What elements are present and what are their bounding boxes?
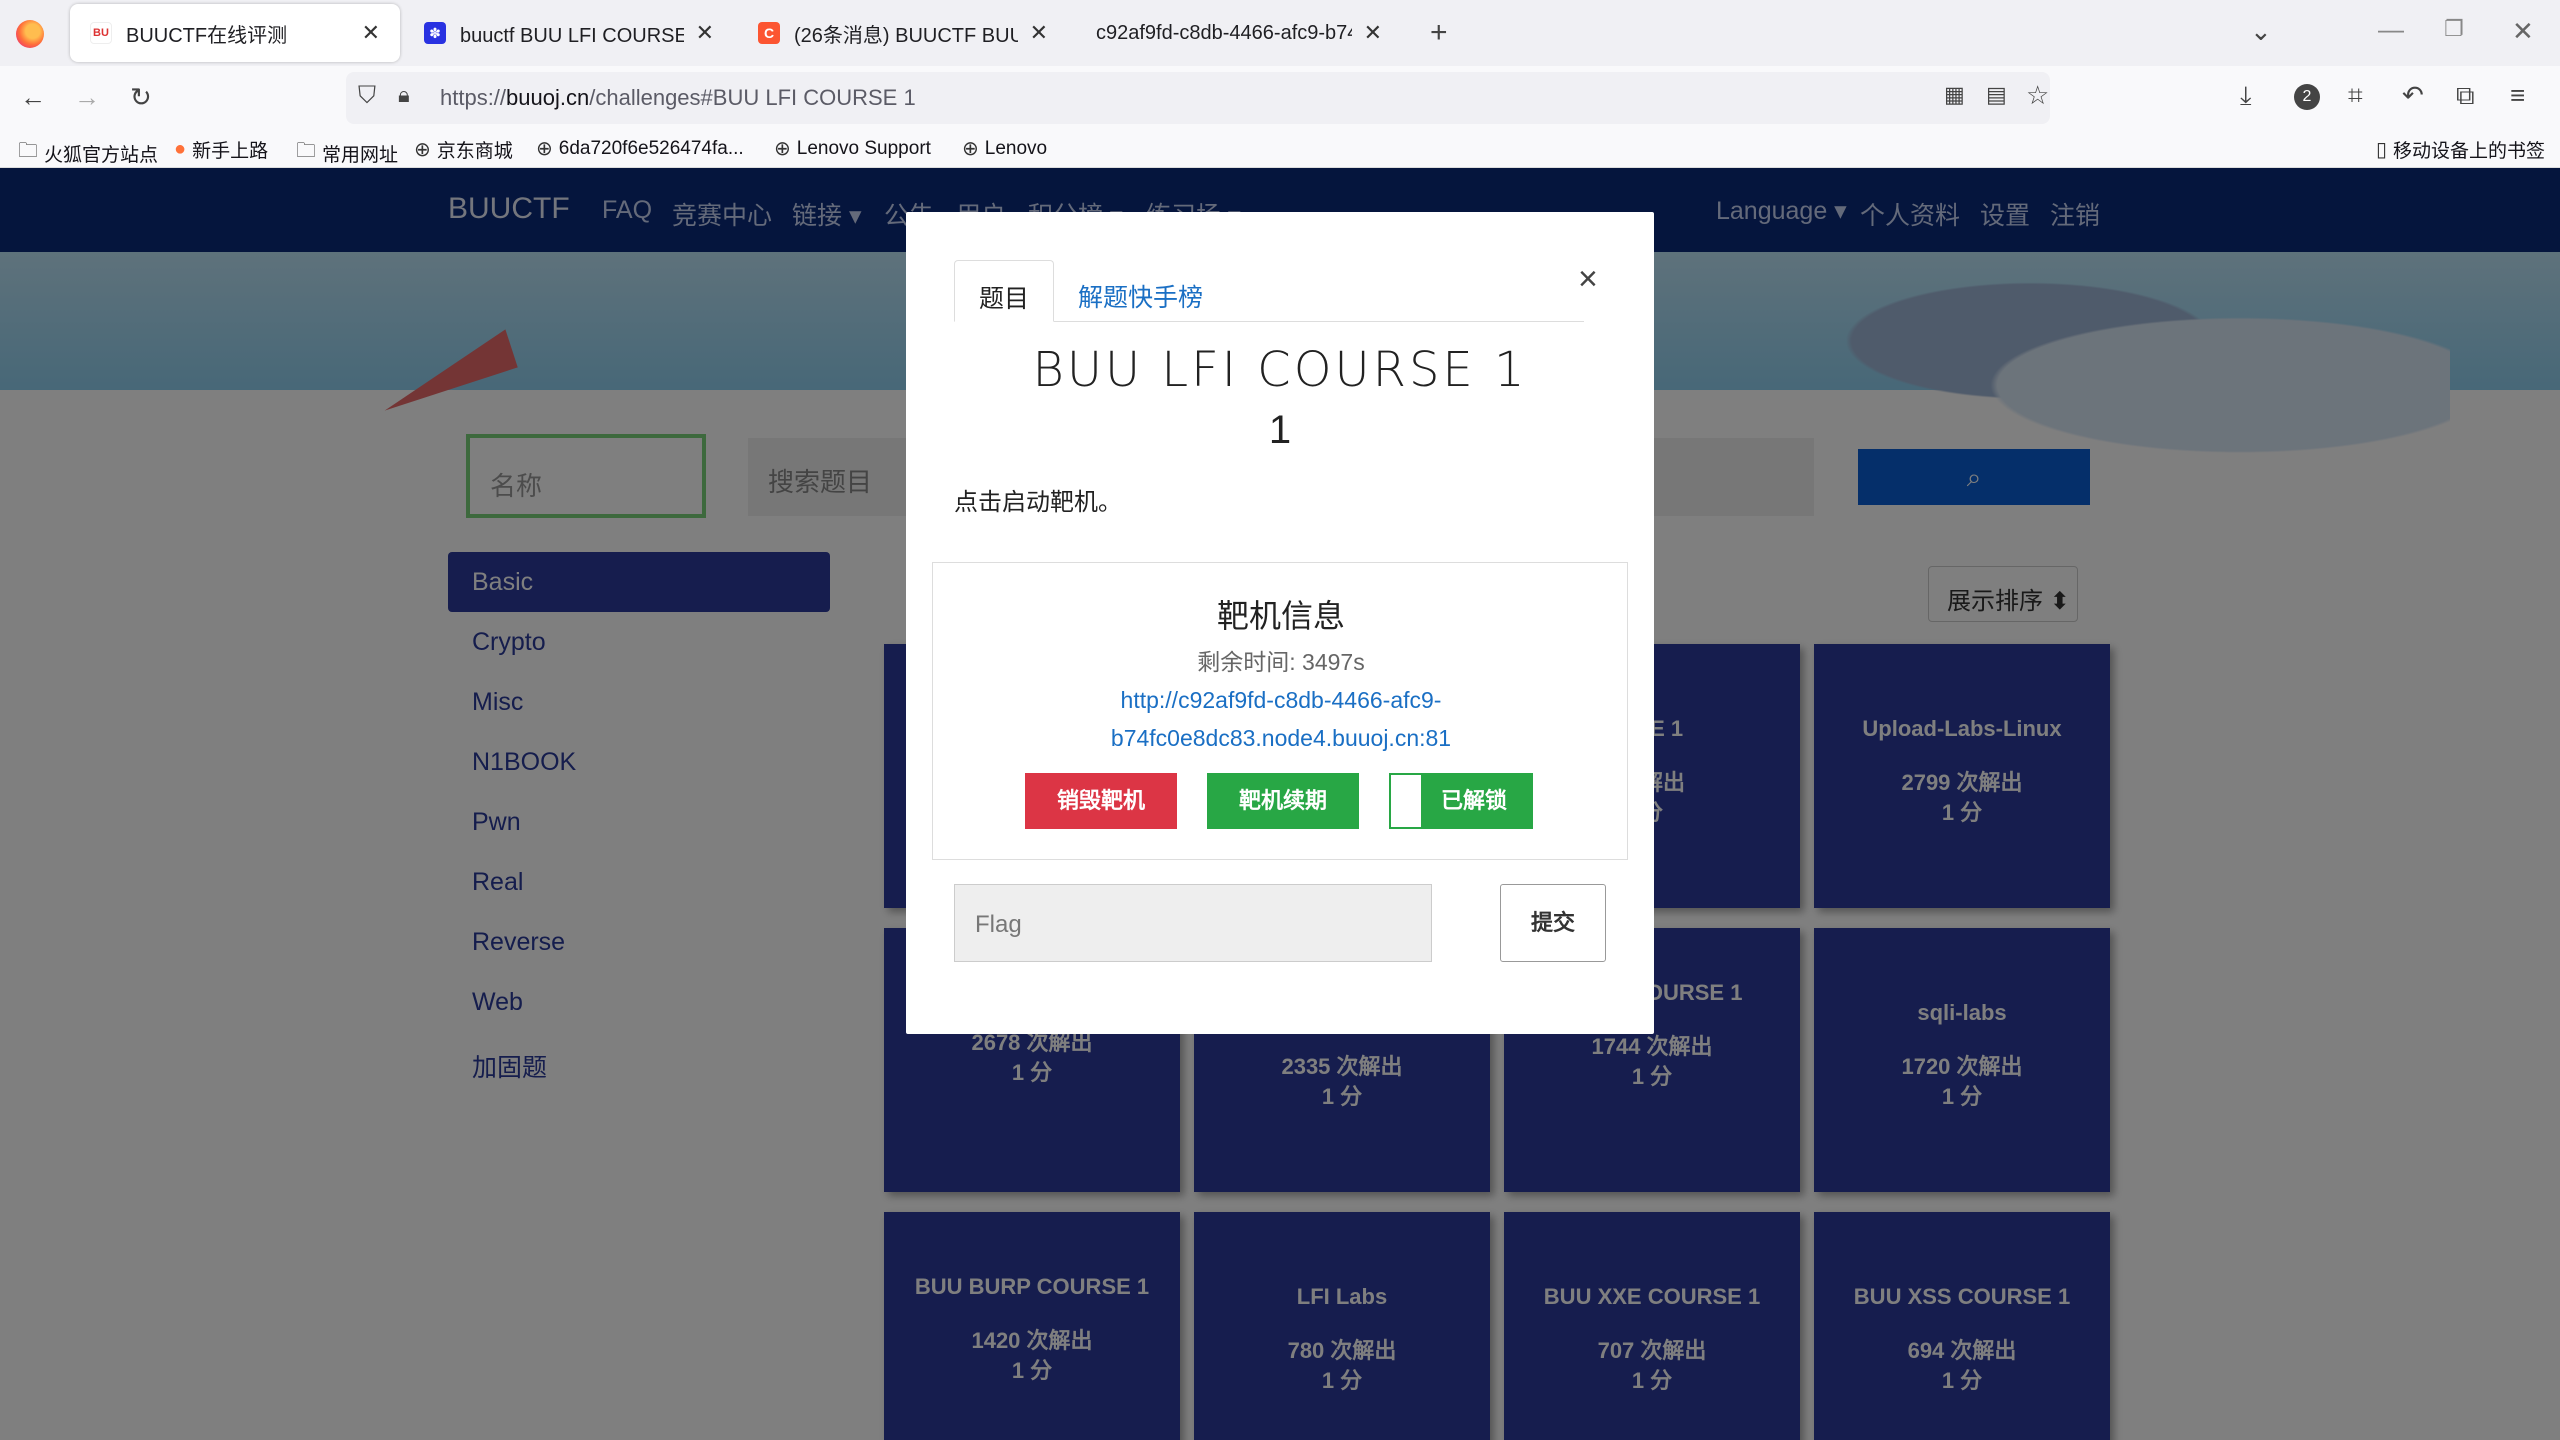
globe-icon: ⊕: [962, 138, 979, 160]
challenge-score: 1: [1268, 408, 1292, 452]
close-icon[interactable]: ✕: [696, 20, 714, 46]
new-tab-plus-icon[interactable]: +: [1430, 18, 1448, 48]
vm-remaining-time: 剩余时间: 3497s: [1197, 649, 1365, 675]
modal-tabs: 题目 解题快手榜: [954, 260, 1584, 322]
close-icon[interactable]: ✕: [1364, 20, 1382, 46]
flag-input[interactable]: Flag: [954, 884, 1432, 962]
bookmark-item[interactable]: 🗀 火狐官方站点: [18, 136, 158, 170]
bookmark-label: Lenovo Support: [796, 137, 931, 159]
folder-icon: 🗀: [18, 140, 38, 162]
folder-icon: 🗀: [296, 140, 316, 162]
bookmark-label: 常用网址: [322, 144, 399, 166]
bookmark-label: Lenovo: [984, 137, 1048, 159]
tab-challenge-host[interactable]: c92af9fd-c8db-4466-afc9-b74fc0 ✕: [1072, 4, 1402, 62]
lock-icon[interactable]: 🔒︎: [398, 84, 410, 106]
firefox-icon: ●: [174, 138, 187, 160]
bookmark-item[interactable]: ⊕ Lenovo: [962, 136, 1047, 161]
bookmark-label: 京东商城: [436, 141, 513, 162]
url-text: https://buuoj.cn/challenges#BUU LFI COUR…: [440, 85, 916, 110]
destroy-vm-button[interactable]: 销毁靶机: [1025, 773, 1177, 829]
vm-info-panel: 靶机信息 剩余时间: 3497s http://c92af9fd-c8db-44…: [932, 562, 1628, 860]
minimize-icon[interactable]: —: [2378, 16, 2404, 42]
list-tabs-chevron-icon[interactable]: ⌄: [2250, 18, 2272, 44]
renew-vm-button[interactable]: 靶机续期: [1207, 773, 1359, 829]
toggle-knob: [1391, 775, 1421, 827]
undo-icon[interactable]: ↶: [2402, 82, 2424, 108]
unlocked-label: 已解锁: [1440, 788, 1507, 813]
reload-icon[interactable]: ↻: [130, 84, 152, 110]
challenge-title: BUU LFI COURSE 1: [1032, 342, 1528, 398]
globe-icon: ⊕: [536, 138, 553, 160]
bookmark-item[interactable]: 🗀 常用网址: [296, 136, 398, 170]
browser-tab-bar: BU BUUCTF在线评测 ✕ ✽ buuctf BUU LFI COURSE …: [0, 0, 2560, 66]
bookmark-star-icon[interactable]: ☆: [2026, 82, 2049, 108]
mobile-bookmarks[interactable]: ▯ 移动设备上的书签: [2376, 136, 2545, 163]
bookmark-label: 移动设备上的书签: [2393, 141, 2546, 162]
globe-icon: ⊕: [774, 138, 791, 160]
shield-icon[interactable]: ⛉: [358, 84, 376, 108]
bookmark-label: 火狐官方站点: [44, 144, 159, 166]
window-close-icon[interactable]: ✕: [2512, 18, 2534, 44]
tab-title: BUUCTF在线评测: [126, 24, 288, 47]
browser-nav-bar: ← → ↻ ⛉ 🔒︎ https://buuoj.cn/challenges#B…: [0, 66, 2560, 130]
baidu-paw-icon: ✽: [424, 22, 446, 44]
challenge-description: 点击启动靶机。: [954, 489, 1122, 516]
close-icon[interactable]: ✕: [1030, 20, 1048, 46]
unlocked-toggle[interactable]: 已解锁: [1389, 773, 1533, 829]
screenshot-crop-icon[interactable]: ⌗: [2348, 82, 2363, 108]
extensions-icon[interactable]: ⧉: [2456, 82, 2475, 108]
vm-url-line[interactable]: b74fc0e8dc83.node4.buuoj.cn:81: [933, 719, 1629, 757]
download-icon[interactable]: ⤓: [2240, 82, 2252, 108]
firefox-icon[interactable]: [16, 20, 44, 48]
globe-icon: ⊕: [414, 139, 431, 161]
bookmark-item[interactable]: ⊕ 京东商城: [414, 136, 513, 163]
tab-baidu[interactable]: ✽ buuctf BUU LFI COURSE 1_百 ✕: [404, 4, 734, 62]
bookmark-item[interactable]: ⊕ Lenovo Support: [774, 136, 931, 161]
bookmarks-bar: 🗀 火狐官方站点 ● 新手上路 🗀 常用网址 ⊕ 京东商城 ⊕ 6da720f6e5264…: [0, 130, 2560, 168]
tab-buuctf[interactable]: BU BUUCTF在线评测 ✕: [70, 4, 400, 62]
account-badge-icon[interactable]: 2: [2294, 84, 2320, 110]
menu-hamburger-icon[interactable]: ≡: [2510, 82, 2525, 108]
page-content: BUUCTF FAQ 竞赛中心 链接 ▾ 公告 用户 积分榜 ▾ 练习场 ▾ L…: [0, 168, 2560, 1440]
close-icon[interactable]: ×: [1578, 260, 1598, 299]
tab-title: (26条消息) BUUCTF BUU LFI C: [794, 24, 1018, 47]
submit-flag-button[interactable]: 提交: [1500, 884, 1606, 962]
csdn-icon: C: [758, 22, 780, 44]
challenge-modal: 题目 解题快手榜 × BUU LFI COURSE 1 1 点击启动靶机。 靶机…: [906, 212, 1654, 1034]
bookmark-item[interactable]: ⊕ 6da720f6e526474fa...: [536, 136, 744, 161]
vm-url-link[interactable]: http://c92af9fd-c8db-4466-afc9- b74fc0e8…: [933, 681, 1629, 757]
back-arrow-icon[interactable]: ←: [20, 84, 46, 110]
forward-arrow-icon[interactable]: →: [74, 84, 100, 110]
buuctf-favicon-icon: BU: [90, 22, 112, 44]
tab-csdn[interactable]: C (26条消息) BUUCTF BUU LFI C ✕: [738, 4, 1068, 62]
address-bar[interactable]: ⛉ 🔒︎ https://buuoj.cn/challenges#BUU LFI…: [346, 72, 2050, 124]
close-icon[interactable]: ✕: [362, 20, 380, 46]
bookmark-item[interactable]: ● 新手上路: [174, 136, 268, 163]
tab-solve-ranking[interactable]: 解题快手榜: [1054, 260, 1227, 322]
tab-challenge[interactable]: 题目: [954, 260, 1055, 322]
tab-title: buuctf BUU LFI COURSE 1_百: [460, 24, 684, 47]
vm-info-title: 靶机信息: [1216, 598, 1345, 634]
tab-title: c92af9fd-c8db-4466-afc9-b74fc0: [1096, 21, 1352, 44]
mobile-device-icon: ▯: [2376, 139, 2388, 161]
bookmark-label: 6da720f6e526474fa...: [558, 137, 744, 159]
qr-code-icon[interactable]: ▦: [1944, 84, 1965, 106]
restore-icon[interactable]: ❐: [2444, 18, 2464, 40]
reader-view-icon[interactable]: ▤: [1986, 84, 2007, 106]
bookmark-label: 新手上路: [192, 141, 269, 162]
vm-url-line[interactable]: http://c92af9fd-c8db-4466-afc9-: [933, 681, 1629, 719]
